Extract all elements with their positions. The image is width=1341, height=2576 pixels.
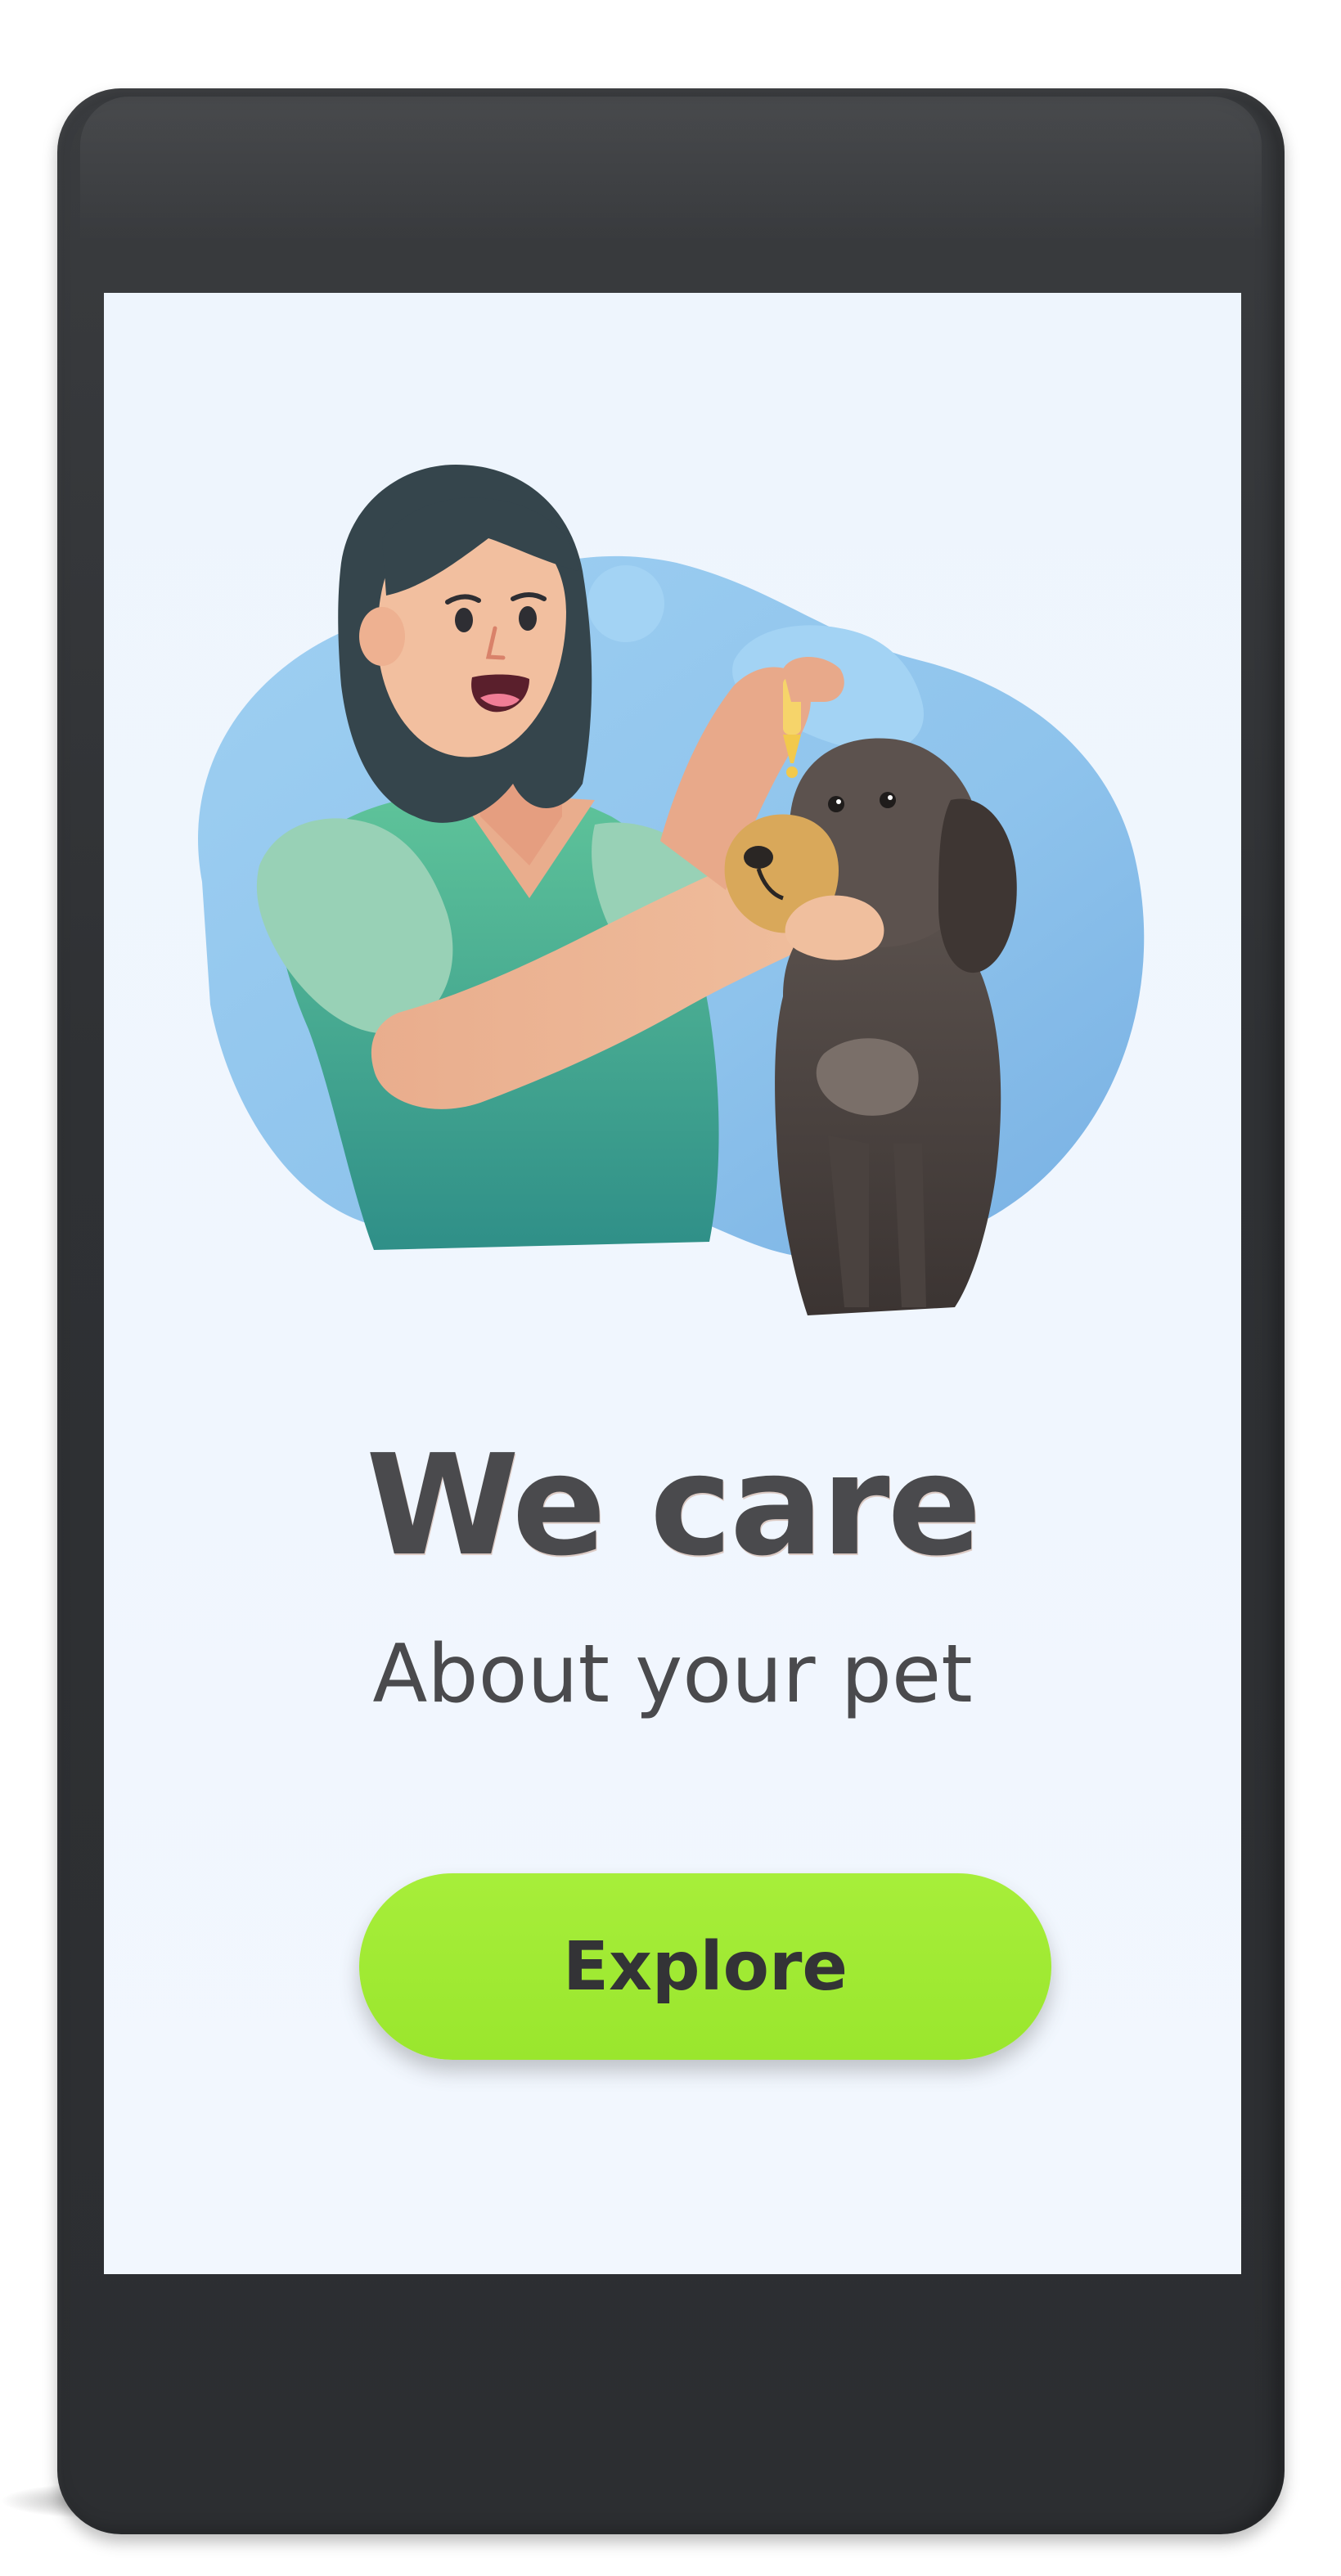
hero-illustration [104,293,1241,1520]
vet-woman-with-dog-illustration-icon [198,465,1145,1315]
subheadline: About your pet [372,1628,973,1721]
stage: We care About your pet Explore [0,0,1341,2576]
explore-button[interactable]: Explore [359,1873,1051,2060]
headline: We care [366,1425,982,1587]
phone-frame: We care About your pet Explore [57,88,1285,2534]
app-screen: We care About your pet Explore [104,293,1241,2274]
